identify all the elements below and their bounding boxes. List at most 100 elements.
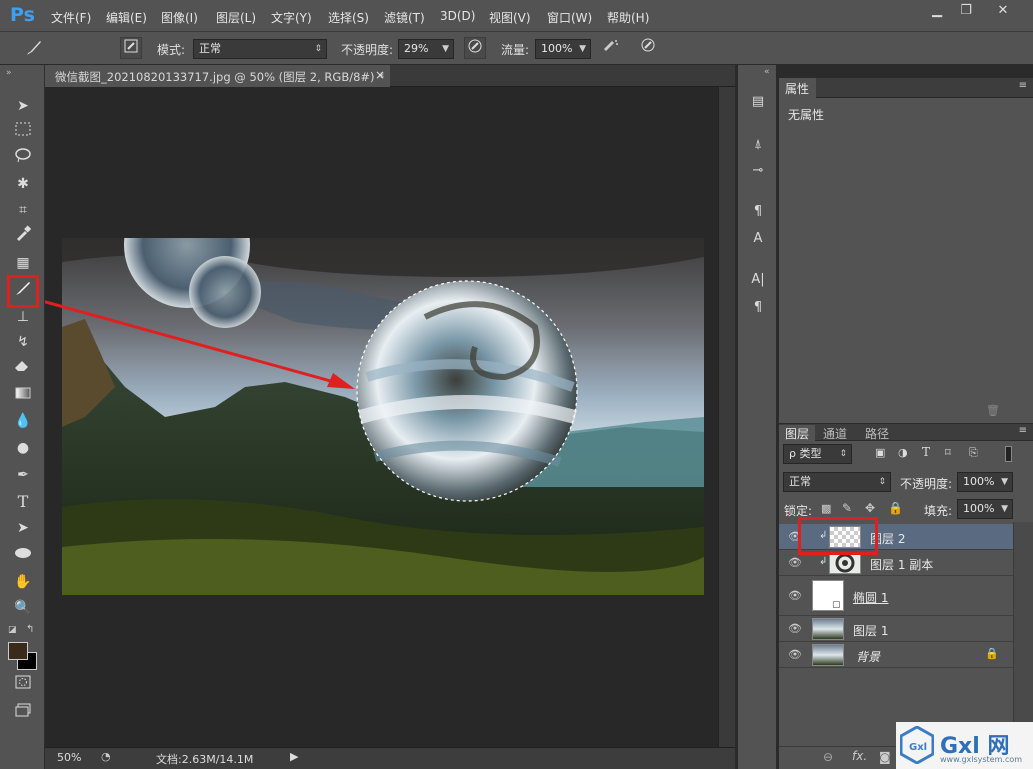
status-info-icon[interactable]: ◔ xyxy=(101,750,111,763)
menu-help[interactable]: 帮助(H) xyxy=(607,9,649,26)
brush-panel-toggle-icon[interactable] xyxy=(120,37,142,59)
trash-icon[interactable]: 🗑 xyxy=(986,404,1000,417)
vertical-scrollbar[interactable] xyxy=(718,87,735,747)
lock-image-icon[interactable]: ✎ xyxy=(842,501,852,515)
blend-mode-select[interactable]: 正常 ⇕ xyxy=(783,472,891,492)
blur-tool-icon[interactable]: 💧 xyxy=(11,410,35,432)
screen-mode-icon[interactable] xyxy=(11,702,35,724)
menu-type[interactable]: 文字(Y) xyxy=(271,9,312,26)
layers-scrollbar[interactable] xyxy=(1013,522,1033,746)
layer-name[interactable]: 图层 1 xyxy=(853,622,888,639)
panel-menu-icon[interactable]: ≡ xyxy=(1019,425,1027,436)
spot-healing-tool-icon[interactable]: ▦ xyxy=(11,252,35,274)
layer-name[interactable]: 椭圆 1 xyxy=(853,589,888,606)
history-panel-icon[interactable]: ▤ xyxy=(748,92,768,112)
visibility-eye-icon[interactable]: 👁 xyxy=(788,556,802,569)
layer-opacity-input[interactable]: 100% ▼ xyxy=(957,472,1013,492)
character-panel-icon[interactable]: A| xyxy=(748,270,768,290)
crop-tool-icon[interactable]: ⌗ xyxy=(11,199,35,221)
layer-thumbnail[interactable] xyxy=(812,644,844,666)
ellipse-tool-icon[interactable] xyxy=(11,544,35,566)
flow-input[interactable]: 100% ▼ xyxy=(535,39,591,59)
layer-row[interactable]: 👁 图层 1 xyxy=(779,616,1013,642)
menu-edit[interactable]: 编辑(E) xyxy=(106,9,147,26)
path-selection-tool-icon[interactable]: ➤ xyxy=(11,517,35,539)
fill-input[interactable]: 100% ▼ xyxy=(957,499,1013,519)
filter-adjustment-icon[interactable]: ◑ xyxy=(898,446,908,459)
brush-panel-icon[interactable]: ⊸ xyxy=(748,161,768,181)
layer-name[interactable]: 背景 xyxy=(856,648,880,665)
tab-properties[interactable]: 属性 xyxy=(779,78,816,98)
layer-thumbnail[interactable] xyxy=(829,552,861,574)
lock-all-icon[interactable]: 🔒 xyxy=(888,501,903,515)
add-mask-icon[interactable]: ◙ xyxy=(879,750,891,764)
filter-type-icon[interactable]: T xyxy=(922,445,930,459)
opacity-input[interactable]: 29% ▼ xyxy=(398,39,454,59)
restore-button[interactable]: ❐ xyxy=(953,2,979,20)
filter-pixel-icon[interactable]: ▣ xyxy=(875,446,885,459)
visibility-eye-icon[interactable]: 👁 xyxy=(788,648,802,661)
airbrush-icon[interactable] xyxy=(600,37,622,59)
zoom-level[interactable]: 50% xyxy=(57,751,81,764)
collapse-icon[interactable]: » xyxy=(6,68,12,78)
link-layers-icon[interactable]: ⊖ xyxy=(823,750,833,764)
mode-select[interactable]: 正常 ⇕ xyxy=(193,39,327,59)
move-tool-icon[interactable]: ➤ xyxy=(11,95,35,117)
lasso-tool-icon[interactable] xyxy=(11,147,35,169)
menu-layer[interactable]: 图层(L) xyxy=(216,9,256,26)
history-brush-tool-icon[interactable]: ↯ xyxy=(11,331,35,353)
collapse-icon[interactable]: « xyxy=(764,67,770,77)
hand-tool-icon[interactable]: ✋ xyxy=(11,571,35,593)
marquee-tool-icon[interactable] xyxy=(11,121,35,143)
eyedropper-tool-icon[interactable] xyxy=(11,225,35,247)
tab-channels[interactable]: 通道 xyxy=(817,425,853,442)
pressure-opacity-icon[interactable] xyxy=(464,37,486,59)
quick-mask-icon[interactable] xyxy=(11,674,35,696)
pressure-size-icon[interactable] xyxy=(637,37,659,59)
zoom-tool-icon[interactable]: 🔍 xyxy=(11,597,35,619)
document-canvas[interactable] xyxy=(45,87,718,747)
gradient-tool-icon[interactable] xyxy=(11,384,35,406)
lock-transparency-icon[interactable]: ▩ xyxy=(821,502,831,515)
character-styles-icon[interactable]: A xyxy=(748,229,768,249)
menu-image[interactable]: 图像(I) xyxy=(161,9,198,26)
tab-layers[interactable]: 图层 xyxy=(779,425,816,442)
close-tab-icon[interactable]: × xyxy=(375,68,385,82)
type-tool-icon[interactable]: T xyxy=(11,491,35,513)
magic-wand-tool-icon[interactable]: ✱ xyxy=(11,173,35,195)
visibility-eye-icon[interactable]: 👁 xyxy=(788,622,802,635)
filter-smartobject-icon[interactable]: ⎘ xyxy=(969,446,978,460)
panel-menu-icon[interactable]: ≡ xyxy=(1019,80,1027,91)
clone-stamp-tool-icon[interactable]: ⊥ xyxy=(11,306,35,328)
foreground-color-swatch[interactable] xyxy=(8,642,28,660)
filter-toggle[interactable] xyxy=(1005,446,1012,462)
lock-position-icon[interactable]: ✥ xyxy=(865,501,875,515)
paragraph-styles-icon[interactable]: ¶ xyxy=(748,202,768,222)
visibility-eye-icon[interactable]: 👁 xyxy=(788,589,802,602)
layer-row[interactable]: 👁 背景 🔒 xyxy=(779,642,1013,668)
minimize-button[interactable]: ▁ xyxy=(924,2,950,20)
brush-tool-preset-icon[interactable] xyxy=(24,37,46,59)
layer-row[interactable]: 👁 ▢ 椭圆 1 xyxy=(779,576,1013,616)
fx-icon[interactable]: fx. xyxy=(852,749,867,763)
menu-view[interactable]: 视图(V) xyxy=(489,9,531,26)
menu-filter[interactable]: 滤镜(T) xyxy=(384,9,425,26)
status-menu-arrow-icon[interactable]: ▶ xyxy=(290,750,298,763)
brush-presets-panel-icon[interactable]: ⍋ xyxy=(748,135,768,155)
menu-3d[interactable]: 3D(D) xyxy=(440,9,475,23)
paragraph-panel-icon[interactable]: ¶ xyxy=(748,298,768,318)
layer-filter-select[interactable]: ρ 类型 ⇕ xyxy=(783,444,852,464)
eraser-tool-icon[interactable] xyxy=(11,357,35,379)
menu-select[interactable]: 选择(S) xyxy=(328,9,369,26)
default-colors-icon[interactable]: ◪ xyxy=(8,625,17,635)
layer-thumbnail[interactable] xyxy=(812,618,844,640)
pen-tool-icon[interactable]: ✒ xyxy=(11,464,35,486)
menu-window[interactable]: 窗口(W) xyxy=(547,9,592,26)
tab-paths[interactable]: 路径 xyxy=(859,425,895,442)
swap-colors-icon[interactable]: ↰ xyxy=(26,624,34,635)
menu-file[interactable]: 文件(F) xyxy=(51,9,91,26)
dodge-tool-icon[interactable]: ● xyxy=(11,437,35,459)
document-tab[interactable]: 微信截图_20210820133717.jpg @ 50% (图层 2, RGB… xyxy=(45,65,390,87)
layer-name[interactable]: 图层 1 副本 xyxy=(870,556,933,573)
close-button[interactable]: ✕ xyxy=(988,2,1018,20)
